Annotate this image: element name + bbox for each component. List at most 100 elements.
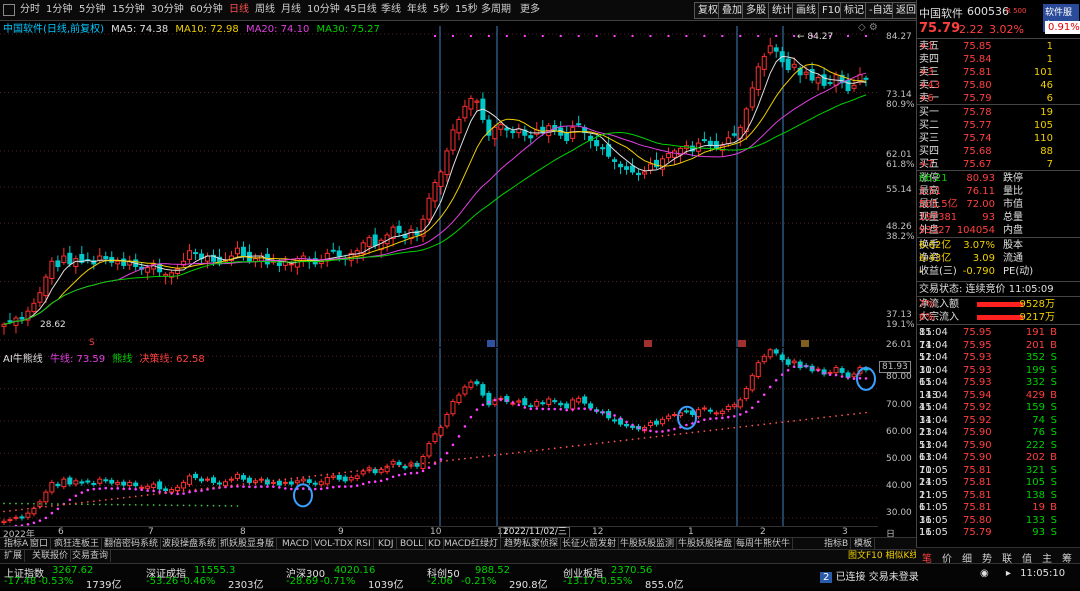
fib-tick: 38.2% [886, 232, 915, 242]
decision-dot [596, 443, 598, 445]
stat-row: 换手3.07%股本6.62亿 [919, 239, 1079, 252]
bull-dot [146, 489, 149, 492]
indicator-body [2, 521, 6, 522]
indicator-body [738, 400, 742, 407]
indicator-body [631, 426, 635, 427]
candle-body [595, 141, 599, 146]
decision-dot [853, 413, 855, 415]
bull-dot [272, 485, 275, 488]
decision-dot [278, 479, 280, 481]
ask-price: 75.81 [963, 66, 992, 79]
index-quote[interactable]: 上证指数3267.62-17.48-0.53%1739亿 [4, 564, 142, 588]
chart-settings-icon[interactable]: ◇ ⚙ [858, 22, 878, 33]
candle-body [637, 173, 641, 174]
indicator-body [355, 476, 359, 479]
checkbox-icon[interactable] [3, 4, 15, 16]
flow-value: 9528万 [1020, 298, 1055, 311]
decision-dot [566, 446, 568, 448]
kline-svg[interactable] [0, 20, 878, 347]
bull-dot [739, 413, 742, 416]
period-tab[interactable]: 10分钟 [307, 3, 340, 17]
period-tab[interactable]: 周线 [255, 3, 275, 17]
index-change: -53.26 [146, 576, 178, 587]
ask-price: 75.85 [963, 40, 992, 53]
period-tab[interactable]: 多周期 [481, 3, 511, 17]
decision-dot [213, 487, 215, 489]
candle-body [774, 48, 778, 51]
bull-dot [75, 494, 78, 497]
period-tab[interactable]: 5秒 [433, 3, 449, 17]
indicator-body [457, 395, 461, 402]
indicator-body [176, 487, 180, 490]
ma30-legend: MA30: 75.27 [317, 24, 380, 35]
period-tab[interactable]: 5分钟 [79, 3, 105, 17]
indicator-body [307, 480, 311, 483]
current-price: 75.79 [919, 21, 960, 36]
period-tab[interactable]: 45日线 [344, 3, 377, 17]
index-quote[interactable]: 创业板指2370.56-13.17-0.55%855.0亿 [563, 564, 701, 588]
decision-dot [129, 496, 131, 498]
decision-dot [578, 445, 580, 447]
play-icon[interactable]: ▸ [1006, 568, 1011, 579]
indicator-body [206, 479, 210, 480]
index-quote[interactable]: 深证成指11555.3-53.26-0.46%2303亿 [146, 564, 284, 588]
period-tab[interactable]: 月线 [281, 3, 301, 17]
index-quote[interactable]: 科创50988.52-2.06-0.21%290.8亿 [427, 564, 565, 588]
decision-dot [326, 474, 328, 476]
ext-tab[interactable]: 扩展 [2, 550, 25, 562]
bull-dot [134, 488, 137, 491]
decision-dot [111, 498, 113, 500]
period-tab[interactable]: 60分钟 [190, 3, 223, 17]
decision-dot [805, 419, 807, 421]
period-tab[interactable]: 分时 [20, 3, 40, 17]
decision-dot [177, 491, 179, 493]
period-tab[interactable]: 更多 [520, 3, 540, 17]
decision-dot [356, 470, 358, 472]
tick-volume: 202 [1026, 451, 1045, 464]
decision-dot [45, 506, 47, 508]
period-tab[interactable]: 1分钟 [46, 3, 72, 17]
speaker-icon[interactable]: ◉ [980, 568, 989, 579]
toolbar-button[interactable]: 画线 [792, 2, 820, 19]
index-quote[interactable]: 沪深3004020.16-28.69-0.71%1039亿 [286, 564, 424, 588]
period-tab[interactable]: 季线 [381, 3, 401, 17]
kline-chart[interactable]: 中国软件(日线,前复权) MA5: 74.38 MA10: 72.98 MA20… [0, 20, 878, 347]
signal-dot [865, 35, 867, 37]
ext-tab[interactable]: 关联报价 [30, 550, 71, 562]
period-tab[interactable]: 日线 [229, 3, 249, 17]
candle-body [702, 140, 706, 141]
f10-link[interactable]: 图文F10 相似K线 [846, 550, 921, 562]
toolbar-button[interactable]: 标记 [840, 2, 868, 19]
stat-row: 收益(三)-0.790PE(动)- [919, 265, 1079, 278]
bear-dot [237, 505, 239, 507]
bull-dot [601, 411, 604, 414]
indicator-svg[interactable] [0, 348, 878, 526]
stat-value: 6.43亿 [919, 252, 951, 265]
decision-dot [769, 423, 771, 425]
tick-side: S [1051, 351, 1057, 364]
bear-dot [111, 504, 113, 506]
fib-tick: 61.8% [886, 160, 915, 170]
index-pct: -0.21% [461, 576, 496, 587]
indicator-body [212, 478, 216, 483]
bull-dot [57, 508, 60, 511]
period-tab[interactable]: 30分钟 [151, 3, 184, 17]
stat-value: 80.93 [966, 172, 995, 185]
bull-bear-indicator[interactable]: AI牛熊线 牛线: 73.59 熊线 决策线: 62.58 [0, 348, 878, 526]
stat-row: 现量93总量197381 [919, 211, 1079, 224]
period-tab[interactable]: 15分钟 [112, 3, 145, 17]
bull-dot [793, 365, 796, 368]
ext-tab[interactable]: 交易查询 [70, 550, 111, 562]
stat-value: 3.09 [973, 252, 995, 265]
decision-dot [859, 412, 861, 414]
period-tab[interactable]: 年线 [407, 3, 427, 17]
decision-dot [763, 423, 765, 425]
decision-dot [39, 507, 41, 509]
decision-dot [446, 460, 448, 462]
bull-dot [332, 486, 335, 489]
date-tick: 2 [760, 527, 766, 537]
toolbar-button[interactable]: 多股 [742, 2, 770, 19]
period-tab[interactable]: 15秒 [455, 3, 478, 17]
ask-volume: 1 [1047, 53, 1053, 66]
indicator-body [589, 404, 593, 408]
